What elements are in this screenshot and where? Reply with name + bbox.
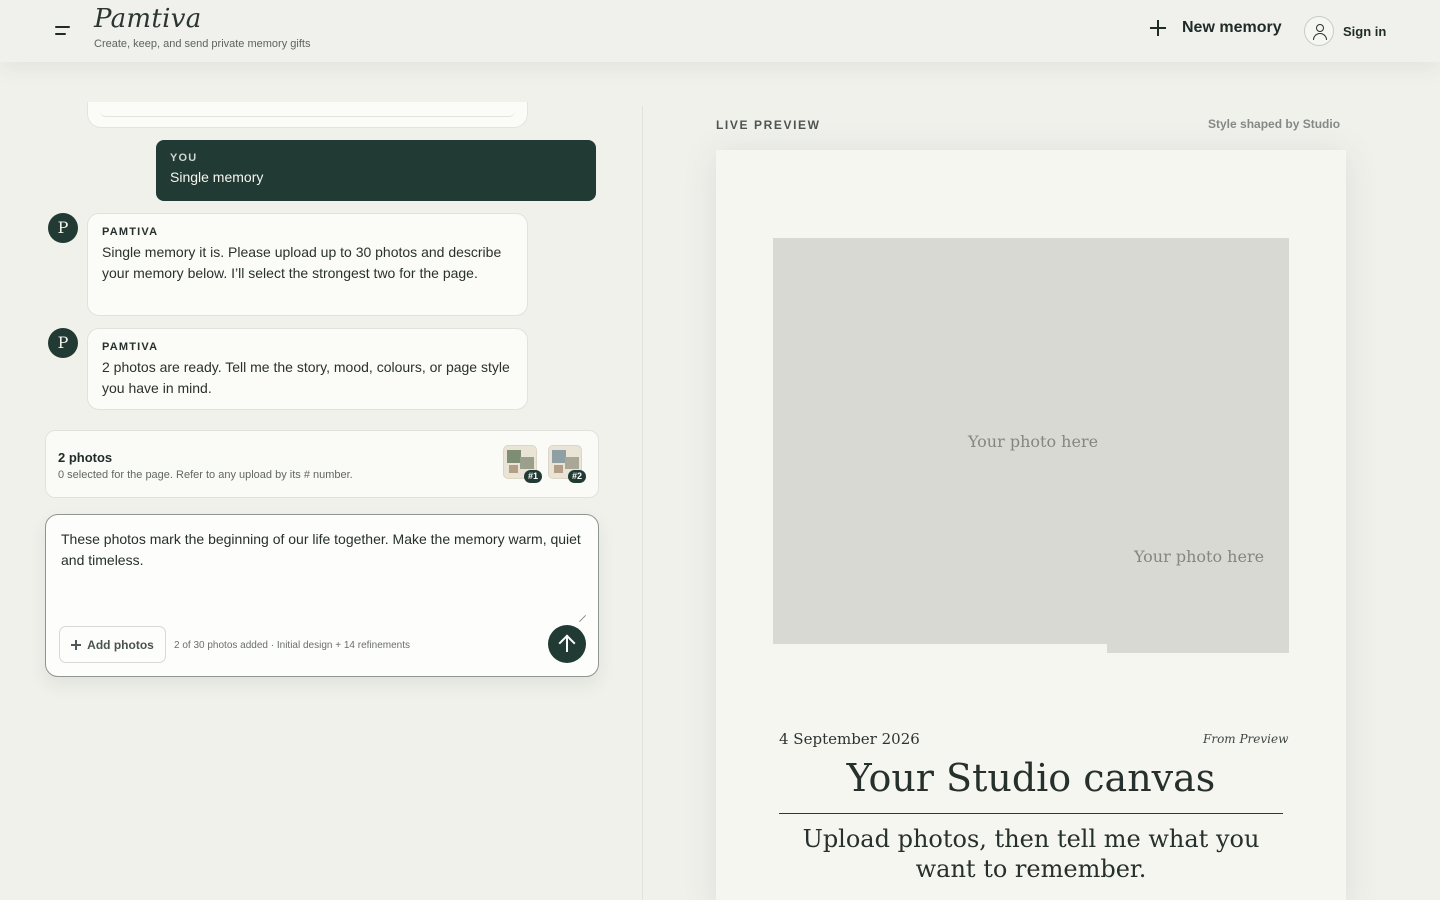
memory-subtitle: Upload photos, then tell me what you wan… (802, 825, 1260, 883)
add-photos-button[interactable]: Add photos (59, 626, 166, 663)
preview-card: Your photo here Your photo here 4 Septem… (716, 150, 1346, 900)
add-photos-label: Add photos (87, 637, 154, 652)
new-memory-button[interactable]: New memory (1148, 18, 1282, 38)
brand[interactable]: Pamtiva Create, keep, and send private m… (94, 4, 310, 50)
message-author: PAMTIVA (102, 226, 159, 238)
memory-description-input[interactable]: These photos mark the beginning of our l… (61, 529, 581, 571)
assistant-message: PAMTIVA 2 photos are ready. Tell me the … (87, 328, 528, 410)
photo-slot-secondary[interactable] (1107, 644, 1289, 653)
user-message: YOU Single memory (156, 140, 596, 201)
photos-hint: 0 selected for the page. Refer to any up… (58, 469, 353, 481)
logo[interactable]: Pamtiva (94, 4, 310, 34)
message-text: Single memory it is. Please upload up to… (102, 244, 502, 281)
message-author: YOU (170, 152, 198, 164)
message-author: PAMTIVA (102, 341, 159, 353)
plus-icon (1148, 18, 1168, 38)
plus-icon (71, 639, 82, 650)
live-preview-label: LIVE PREVIEW (716, 118, 821, 132)
assistant-avatar: P (48, 213, 78, 243)
menu-icon[interactable] (53, 22, 75, 40)
style-note: Style shaped by Studio (1208, 117, 1341, 131)
new-memory-label: New memory (1182, 19, 1282, 36)
user-icon (1304, 16, 1334, 46)
memory-date: 4 September 2026 (779, 730, 920, 748)
message-text: Single memory (170, 169, 264, 185)
app-header: Pamtiva Create, keep, and send private m… (0, 0, 1440, 62)
photo-number-badge: #1 (524, 470, 543, 483)
memory-title: Your Studio canvas (846, 756, 1216, 800)
title-divider (779, 813, 1283, 814)
chat-panel: YOU Single memory P PAMTIVA Single memor… (0, 62, 642, 900)
message-text: 2 photos are ready. Tell me the story, m… (102, 359, 510, 396)
assistant-avatar: P (48, 328, 78, 358)
tagline: Create, keep, and send private memory gi… (94, 38, 311, 50)
photo-placeholder: Your photo here (968, 432, 1099, 451)
previous-message-card (87, 102, 528, 128)
upload-status: 2 of 30 photos added · Initial design + … (174, 640, 410, 651)
photo-placeholder: Your photo here (1134, 547, 1265, 566)
resize-handle-icon[interactable] (577, 614, 586, 623)
photo-number-badge: #2 (568, 470, 587, 483)
photos-count: 2 photos (58, 450, 113, 465)
sign-in-button[interactable]: Sign in (1304, 16, 1386, 46)
assistant-message: PAMTIVA Single memory it is. Please uplo… (87, 213, 528, 316)
message-composer: These photos mark the beginning of our l… (45, 514, 599, 677)
send-button[interactable] (548, 625, 586, 663)
uploaded-photos-strip: 2 photos 0 selected for the page. Refer … (45, 430, 599, 498)
sign-in-label: Sign in (1343, 23, 1387, 39)
panel-divider (642, 106, 643, 900)
memory-from: From Preview (1203, 732, 1289, 746)
